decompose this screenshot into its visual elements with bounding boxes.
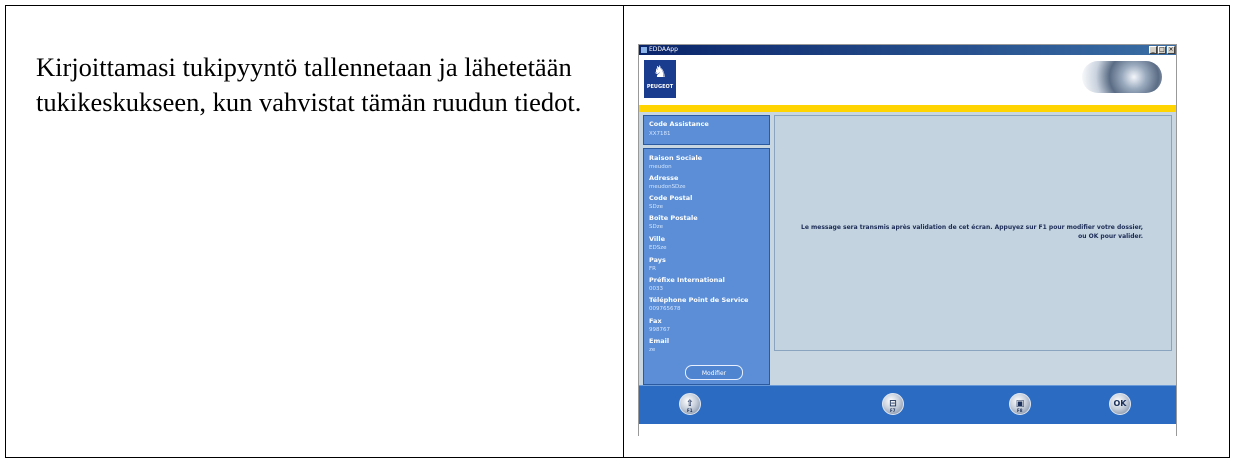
field-label: Code Postal: [649, 194, 693, 202]
code-assistance-value: XX7181: [649, 131, 671, 137]
close-button[interactable]: ×: [1167, 46, 1175, 54]
message-panel: Le message sera transmis après validatio…: [774, 115, 1172, 351]
f1-up-arrow-button[interactable]: ⇧ F1: [679, 393, 701, 415]
app-main: Code Assistance XX7181 Raison Sociale me…: [639, 112, 1176, 385]
header-graphic: [1082, 61, 1162, 93]
app-screenshot: EDDAApp _ □ × ♞ PEUGEOT Code Assistance …: [638, 44, 1177, 437]
dealer-info-panel: Raison Sociale meudon Adresse meudonSDze…: [643, 148, 770, 385]
field-value: EDSze: [649, 245, 667, 251]
brand-name: PEUGEOT: [646, 84, 674, 90]
window-title: EDDAApp: [649, 46, 678, 53]
f7-button[interactable]: ⊟ F7: [882, 393, 904, 415]
window-titlebar: EDDAApp _ □ ×: [639, 45, 1176, 55]
f8-button[interactable]: ▣ F8: [1009, 393, 1031, 415]
field-label: Adresse: [649, 174, 679, 182]
maximize-button[interactable]: □: [1158, 46, 1166, 54]
field-label: Téléphone Point de Service: [649, 296, 749, 304]
function-key-bar: ⇧ F1 ⊟ F7 ▣ F8 OK: [639, 385, 1176, 424]
field-value: meudon: [649, 164, 672, 170]
yellow-band: [639, 105, 1176, 112]
field-value: ze: [649, 347, 656, 353]
code-assistance-label: Code Assistance: [649, 120, 709, 128]
ok-icon: OK: [1113, 399, 1127, 408]
field-value: SDze: [649, 204, 663, 210]
ok-button[interactable]: OK: [1109, 393, 1131, 415]
field-label: Raison Sociale: [649, 154, 703, 162]
f1-key-label: F1: [687, 408, 693, 413]
lion-icon: ♞: [652, 62, 668, 81]
f7-key-label: F7: [890, 408, 896, 413]
validation-message: Le message sera transmis après validatio…: [801, 224, 1143, 240]
minimize-button[interactable]: _: [1149, 46, 1157, 54]
window-controls: _ □ ×: [1149, 46, 1175, 54]
field-label: Pays: [649, 256, 666, 264]
column-divider: [623, 6, 624, 457]
field-value: SDze: [649, 224, 663, 230]
field-value: meudonSDze: [649, 184, 686, 190]
code-assistance-box: Code Assistance XX7181: [643, 115, 770, 145]
instruction-text: Kirjoittamasi tukipyyntö tallennetaan ja…: [36, 52, 582, 117]
field-value: 998767: [649, 327, 670, 333]
document-table: Kirjoittamasi tukipyyntö tallennetaan ja…: [5, 5, 1230, 458]
modify-button[interactable]: Modifier: [685, 365, 743, 380]
field-value: 009765678: [649, 306, 681, 312]
field-label: Fax: [649, 317, 662, 325]
field-label: Boîte Postale: [649, 214, 698, 222]
f8-key-label: F8: [1017, 408, 1023, 413]
field-value: FR: [649, 266, 656, 272]
app-header: ♞ PEUGEOT: [639, 55, 1176, 105]
bottom-strip: [639, 424, 1176, 437]
field-label: Email: [649, 337, 670, 345]
peugeot-logo: ♞ PEUGEOT: [644, 60, 676, 98]
field-value: 0033: [649, 286, 663, 292]
field-label: Ville: [649, 235, 666, 243]
field-label: Préfixe International: [649, 276, 725, 284]
app-icon: [641, 47, 647, 53]
